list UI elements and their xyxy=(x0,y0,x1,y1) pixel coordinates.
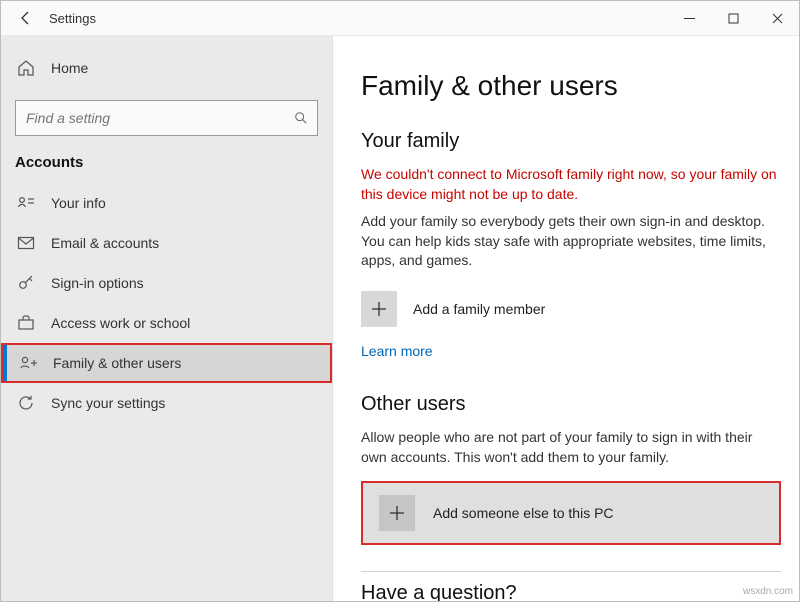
people-icon xyxy=(19,354,37,372)
plus-icon xyxy=(361,291,397,327)
nav-your-info[interactable]: Your info xyxy=(1,183,332,223)
have-question-heading: Have a question? xyxy=(361,582,781,601)
back-button[interactable] xyxy=(9,1,43,35)
section-heading: Accounts xyxy=(1,148,332,183)
nav-family-other-users[interactable]: Family & other users xyxy=(1,343,332,383)
search-input[interactable] xyxy=(24,109,293,127)
home-icon xyxy=(17,59,35,77)
plus-icon xyxy=(379,495,415,531)
nav-label: Access work or school xyxy=(51,315,190,331)
key-icon xyxy=(17,274,35,292)
other-users-heading: Other users xyxy=(361,393,781,416)
your-family-heading: Your family xyxy=(361,130,781,153)
other-users-description: Allow people who are not part of your fa… xyxy=(361,428,781,467)
window-controls xyxy=(667,1,799,35)
nav-label: Sign-in options xyxy=(51,275,144,291)
search-box[interactable] xyxy=(15,100,318,136)
nav-signin-options[interactable]: Sign-in options xyxy=(1,263,332,303)
maximize-button[interactable] xyxy=(711,1,755,35)
sidebar: Home Accounts Your info Email & acco xyxy=(1,36,333,601)
add-family-label: Add a family member xyxy=(413,301,545,317)
nav-label: Sync your settings xyxy=(51,395,165,411)
window-title: Settings xyxy=(49,11,96,26)
home-label: Home xyxy=(51,60,88,76)
briefcase-icon xyxy=(17,314,35,332)
mail-icon xyxy=(17,234,35,252)
search-icon xyxy=(293,110,309,126)
nav-label: Your info xyxy=(51,195,106,211)
nav-label: Family & other users xyxy=(53,355,181,371)
nav-access-work-school[interactable]: Access work or school xyxy=(1,303,332,343)
watermark: wsxdn.com xyxy=(743,586,793,597)
main-content: Family & other users Your family We coul… xyxy=(333,36,799,601)
add-someone-else-button[interactable]: Add someone else to this PC xyxy=(361,481,781,545)
nav-sync-settings[interactable]: Sync your settings xyxy=(1,383,332,423)
family-error-text: We couldn't connect to Microsoft family … xyxy=(361,165,781,204)
page-title: Family & other users xyxy=(361,70,781,102)
titlebar: Settings xyxy=(1,1,799,36)
close-button[interactable] xyxy=(755,1,799,35)
family-description: Add your family so everybody gets their … xyxy=(361,212,781,271)
divider xyxy=(361,571,781,572)
learn-more-link[interactable]: Learn more xyxy=(361,343,433,359)
nav-label: Email & accounts xyxy=(51,235,159,251)
person-card-icon xyxy=(17,194,35,212)
minimize-button[interactable] xyxy=(667,1,711,35)
add-other-label: Add someone else to this PC xyxy=(433,505,614,521)
sync-icon xyxy=(17,394,35,412)
add-family-member-button[interactable]: Add a family member xyxy=(361,285,781,333)
home-nav[interactable]: Home xyxy=(1,48,332,88)
nav-email-accounts[interactable]: Email & accounts xyxy=(1,223,332,263)
